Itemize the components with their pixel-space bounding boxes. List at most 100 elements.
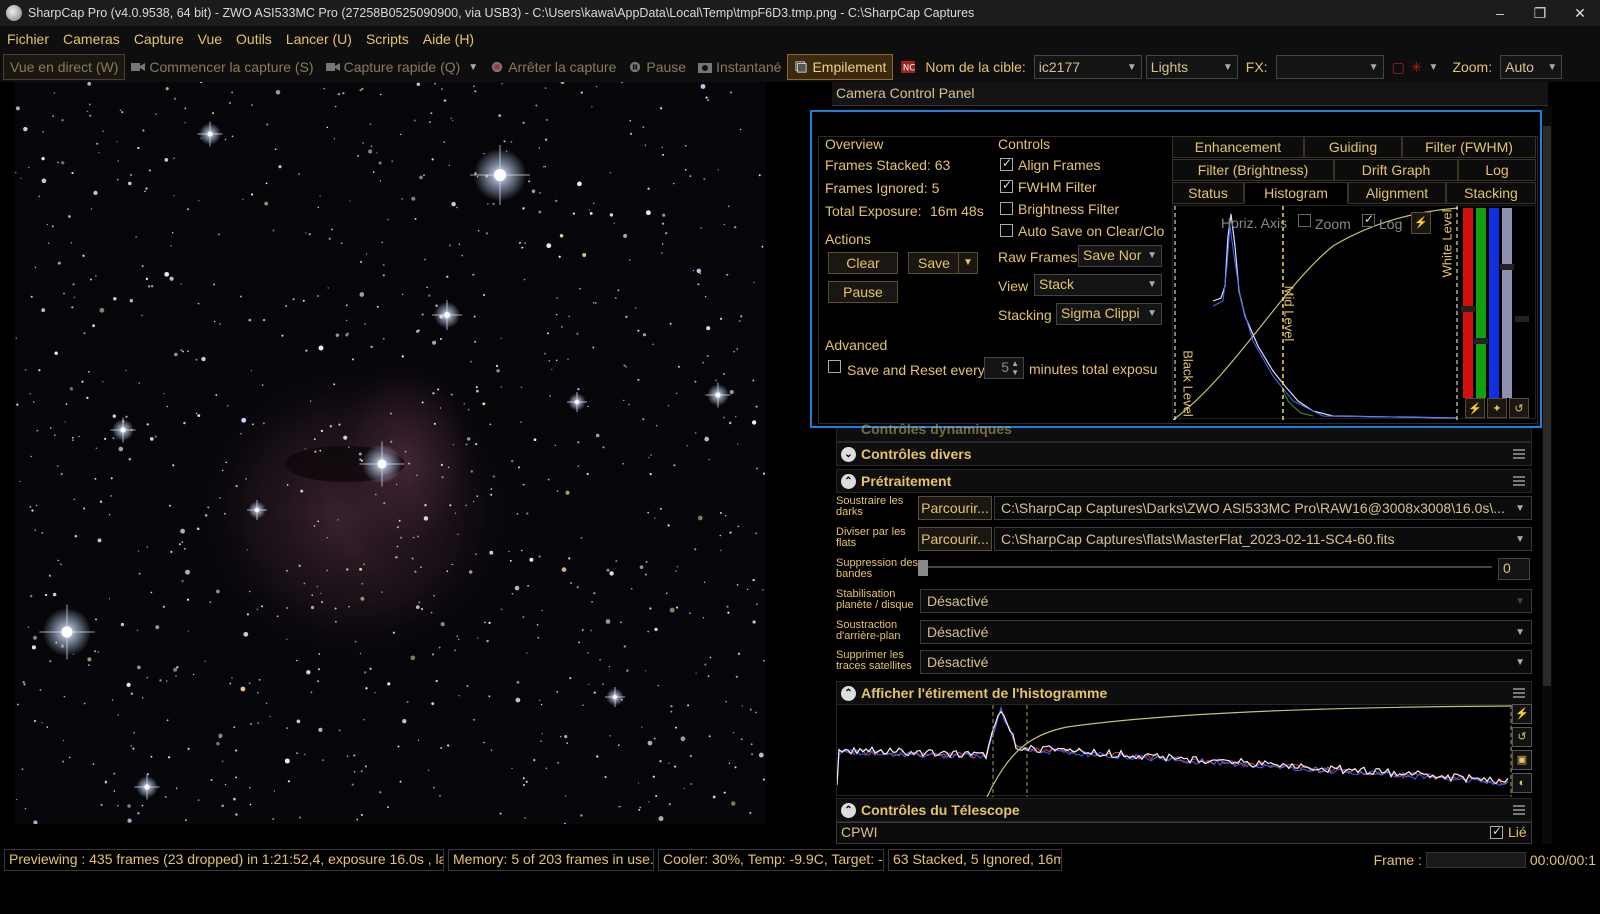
menu-launch[interactable]: Lancer (U)	[279, 31, 359, 47]
darks-browse-button[interactable]: Parcourir...	[918, 496, 992, 520]
darks-path-value: C:\SharpCap Captures\Darks\ZWO ASI533MC …	[1001, 500, 1505, 516]
stabilization-dropdown[interactable]: Désactivé ▼	[920, 589, 1532, 613]
tab-stacking[interactable]: Stacking	[1446, 182, 1536, 204]
target-name-dropdown[interactable]: ic2177 ▼	[1033, 55, 1142, 79]
clear-button[interactable]: Clear	[828, 252, 898, 274]
banding-label: Suppression des bandes	[836, 557, 918, 580]
menu-capture[interactable]: Capture	[127, 31, 191, 47]
chevron-down-icon[interactable]: ▼	[468, 62, 478, 73]
chevron-up-icon[interactable]: ⌃	[841, 686, 856, 701]
banding-slider-track[interactable]	[922, 566, 1492, 568]
section-telescope[interactable]: ⌃ Contrôles du Télescope	[836, 798, 1532, 822]
status-cooler: Cooler: 30%, Temp: -9.9C, Target: -1	[658, 849, 884, 871]
reset-icon[interactable]: ↺	[1509, 398, 1529, 418]
pause-button[interactable]: Pause	[622, 54, 692, 80]
reset-icon[interactable]: ↺	[1512, 727, 1532, 747]
telescope-mount-row[interactable]: CPWI	[836, 822, 1532, 844]
section-preprocessing[interactable]: ⌃ Prétraitement	[836, 469, 1532, 493]
darks-path-dropdown[interactable]: C:\SharpCap Captures\Darks\ZWO ASI533MC …	[994, 496, 1532, 520]
tab-filter-fwhm[interactable]: Filter (FWHM)	[1402, 136, 1536, 158]
stacking-button[interactable]: Empilement	[787, 54, 894, 80]
menu-icon[interactable]	[1513, 476, 1525, 486]
tab-filter-brightness[interactable]: Filter (Brightness)	[1172, 159, 1334, 181]
save-reset-label: Save and Reset every	[847, 362, 985, 378]
close-icon[interactable]: ✕	[1560, 5, 1600, 22]
save-reset-checkbox[interactable]	[828, 360, 841, 373]
tab-status[interactable]: Status	[1172, 182, 1244, 204]
chevron-down-icon[interactable]: ▼	[1429, 62, 1439, 73]
tab-histogram[interactable]: Histogram	[1244, 182, 1348, 204]
menu-file[interactable]: Fichier	[0, 31, 56, 47]
save-button[interactable]: Save	[908, 252, 960, 274]
background-subtraction-dropdown[interactable]: Désactivé ▼	[920, 620, 1532, 644]
minimize-icon[interactable]: –	[1480, 5, 1520, 21]
menu-cameras[interactable]: Cameras	[56, 31, 127, 47]
menu-icon[interactable]	[1513, 688, 1525, 698]
quick-capture-label: Capture rapide (Q)	[343, 59, 461, 75]
view-dropdown[interactable]: Stack ▼	[1034, 274, 1162, 296]
satellite-removal-dropdown[interactable]: Désactivé ▼	[920, 650, 1532, 674]
stop-icon	[492, 61, 503, 73]
align-frames-checkbox[interactable]	[1000, 156, 1013, 171]
stacking-mode-dropdown[interactable]: Sigma Clippi ▼	[1056, 303, 1162, 325]
menu-icon[interactable]	[1513, 449, 1525, 459]
auto-save-checkbox[interactable]	[1000, 224, 1013, 237]
start-capture-button[interactable]: Commencer la capture (S)	[125, 54, 319, 80]
lightning-icon[interactable]: ⚡	[1512, 704, 1532, 724]
menu-icon[interactable]	[1513, 805, 1525, 815]
stack-histogram[interactable]: Horiz. Axis Zoom Log ⚡ Black Level Mid L…	[1172, 205, 1536, 421]
zoom-dropdown[interactable]: Auto ▼	[1500, 55, 1563, 79]
save-dropdown-button[interactable]: ▼	[958, 252, 978, 274]
chevron-down-icon: ▼	[1147, 279, 1157, 290]
raw-frames-dropdown[interactable]: Save Nor ▼	[1078, 245, 1162, 267]
tab-alignment[interactable]: Alignment	[1348, 182, 1446, 204]
menu-tools[interactable]: Outils	[229, 31, 279, 47]
quick-capture-button[interactable]: Capture rapide (Q) ▼	[320, 54, 485, 80]
fx-dropdown[interactable]: ▼	[1275, 55, 1384, 79]
crosshair-icon[interactable]: ✳	[1411, 59, 1423, 76]
section-misc-controls[interactable]: ⌄ Contrôles divers	[836, 442, 1532, 466]
chevron-up-icon[interactable]: ⌃	[841, 803, 856, 818]
histogram-stretch-plot[interactable]	[836, 704, 1512, 798]
histogram-zoom-checkbox[interactable]	[1298, 214, 1311, 227]
fwhm-filter-checkbox[interactable]	[1000, 178, 1013, 193]
snapshot-button[interactable]: Instantané	[692, 54, 787, 80]
tab-log[interactable]: Log	[1458, 159, 1536, 181]
spinner-icon[interactable]: ▲ ▼	[1011, 359, 1019, 377]
live-view-button[interactable]: Vue en direct (W)	[3, 54, 126, 80]
histogram-log-checkbox[interactable]	[1362, 212, 1375, 227]
flats-path-dropdown[interactable]: C:\SharpCap Captures\flats\MasterFlat_20…	[994, 527, 1532, 551]
image-preview[interactable]	[15, 82, 765, 824]
panel-scrollbar[interactable]	[1542, 106, 1552, 844]
bottom-strip	[0, 874, 1600, 914]
banding-slider-handle[interactable]	[918, 560, 928, 576]
status-frame-time: 00:00/00:1	[1529, 852, 1596, 868]
banding-value-field[interactable]: 0	[1498, 558, 1530, 580]
auto-stretch-icon[interactable]: ⚡	[1411, 212, 1431, 234]
pause-stack-button[interactable]: Pause	[828, 281, 898, 303]
section-histogram-stretch[interactable]: ⌃ Afficher l'étirement de l'histogramme	[836, 681, 1532, 705]
auto-stretch-button[interactable]: ⚡	[1465, 398, 1485, 418]
tab-guiding[interactable]: Guiding	[1304, 136, 1402, 158]
menu-view[interactable]: Vue	[191, 31, 229, 47]
save-icon[interactable]: ▣	[1512, 750, 1532, 770]
brightness-filter-checkbox[interactable]	[1000, 202, 1013, 215]
telescope-linked-checkbox[interactable]	[1490, 824, 1503, 839]
reticle-icon[interactable]: ▢	[1392, 59, 1405, 76]
menu-help[interactable]: Aide (H)	[416, 31, 481, 47]
contrast-icon[interactable]: ◐	[1512, 773, 1532, 793]
restore-icon[interactable]: ❐	[1520, 5, 1560, 22]
scrollbar-thumb[interactable]	[1543, 126, 1551, 686]
status-bar: Previewing : 435 frames (23 dropped) in …	[0, 846, 1600, 874]
tab-drift-graph[interactable]: Drift Graph	[1334, 159, 1458, 181]
tab-enhancement[interactable]: Enhancement	[1172, 136, 1304, 158]
sparkle-icon[interactable]: ✦	[1487, 398, 1507, 418]
flats-browse-button[interactable]: Parcourir...	[918, 527, 992, 551]
chevron-down-icon[interactable]: ⌄	[841, 447, 856, 462]
stop-capture-button[interactable]: Arrêter la capture	[484, 54, 622, 80]
chevron-up-icon[interactable]: ⌃	[841, 474, 856, 489]
menu-scripts[interactable]: Scripts	[359, 31, 416, 47]
save-reset-minutes[interactable]: 5 ▲ ▼	[984, 357, 1024, 379]
section-dynamic-controls[interactable]: Contrôles dynamiques	[836, 421, 1532, 442]
frame-type-dropdown[interactable]: Lights ▼	[1145, 55, 1238, 79]
